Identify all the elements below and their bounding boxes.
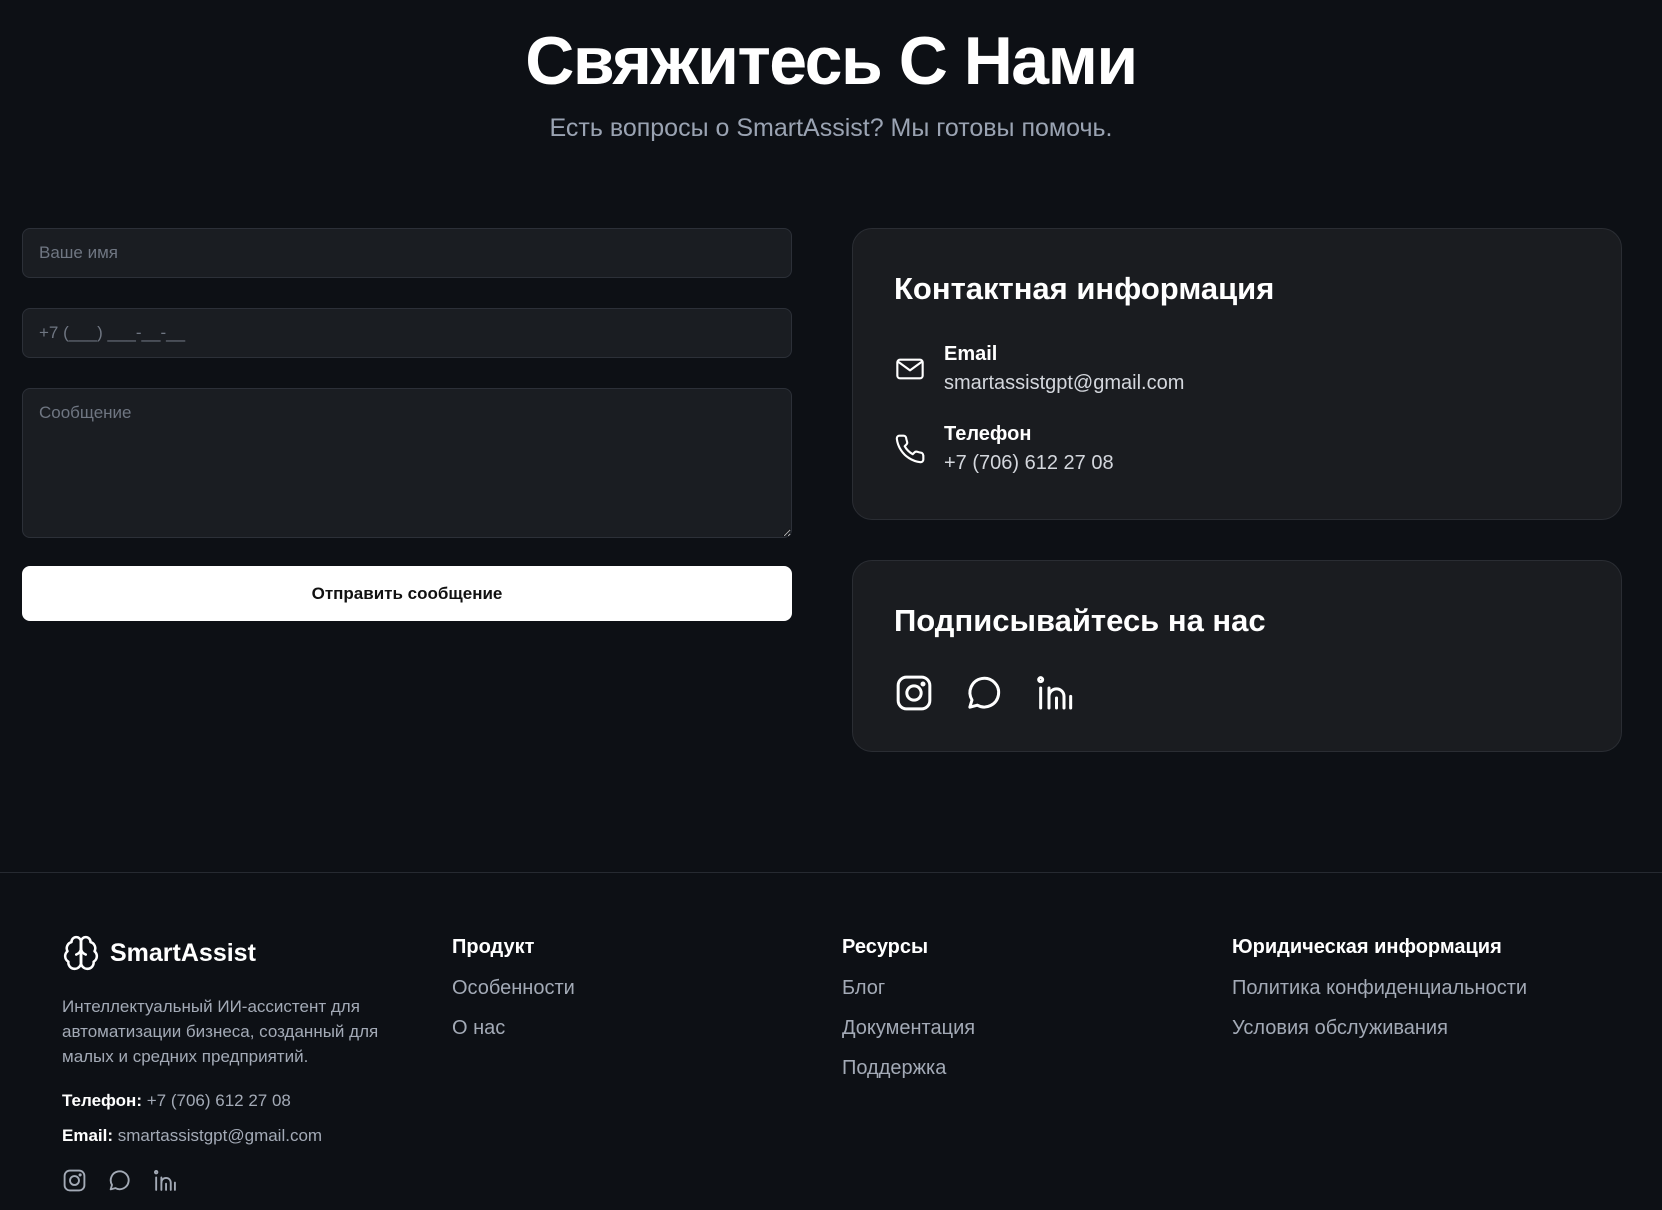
- page-title: Свяжитесь С Нами: [525, 23, 1138, 99]
- footer-column-resources: Ресурсы Блог Документация Поддержка: [842, 936, 975, 1096]
- contact-info-card: Контактная информация Email smartassistg…: [852, 228, 1622, 520]
- social-card: Подписывайтесь на нас: [852, 560, 1622, 752]
- footer-link-about[interactable]: О нас: [452, 1016, 575, 1040]
- footer-social-links: [62, 1168, 177, 1193]
- footer-email-value[interactable]: smartassistgpt@gmail.com: [118, 1126, 322, 1145]
- linkedin-icon[interactable]: [152, 1168, 177, 1193]
- email-label: Email: [944, 343, 998, 365]
- footer-link-features[interactable]: Особенности: [452, 976, 575, 1000]
- phone-label: Телефон: [944, 423, 1032, 445]
- mail-icon: [896, 358, 924, 380]
- footer-phone-label: Телефон:: [62, 1091, 142, 1110]
- contact-email-row: Email smartassistgpt@gmail.com: [894, 341, 1184, 399]
- social-links: [894, 673, 1074, 713]
- footer-link-docs[interactable]: Документация: [842, 1016, 975, 1040]
- footer-column-title: Ресурсы: [842, 936, 929, 958]
- email-value[interactable]: smartassistgpt@gmail.com: [944, 368, 1184, 399]
- footer-column-title: Продукт: [452, 936, 535, 958]
- footer-column-legal: Юридическая информация Политика конфиден…: [1232, 936, 1527, 1056]
- brand-name: SmartAssist: [110, 938, 256, 967]
- contact-form: Отправить сообщение: [22, 228, 792, 621]
- footer-email: Email: smartassistgpt@gmail.com: [62, 1126, 322, 1146]
- contact-page: Свяжитесь С Нами Есть вопросы о SmartAss…: [0, 0, 1662, 1210]
- whatsapp-icon[interactable]: [964, 673, 1004, 713]
- footer-link-blog[interactable]: Блог: [842, 976, 975, 1000]
- linkedin-icon[interactable]: [1034, 673, 1074, 713]
- whatsapp-icon[interactable]: [107, 1168, 132, 1193]
- instagram-icon[interactable]: [62, 1168, 87, 1193]
- phone-icon: [895, 434, 925, 464]
- footer-email-label: Email:: [62, 1126, 114, 1145]
- footer-link-terms[interactable]: Условия обслуживания: [1232, 1016, 1527, 1040]
- footer-phone-value[interactable]: +7 (706) 612 27 08: [147, 1091, 291, 1110]
- message-textarea[interactable]: [22, 388, 792, 538]
- footer-brand[interactable]: SmartAssist: [62, 934, 256, 972]
- social-title: Подписывайтесь на нас: [894, 603, 1266, 638]
- footer-link-privacy[interactable]: Политика конфиденциальности: [1232, 976, 1527, 1000]
- brand-description: Интеллектуальный ИИ-ассистент для автома…: [62, 997, 379, 1066]
- phone-input[interactable]: [22, 308, 792, 358]
- contact-phone-row: Телефон +7 (706) 612 27 08: [894, 421, 1114, 479]
- footer-phone: Телефон: +7 (706) 612 27 08: [62, 1091, 291, 1111]
- send-message-button[interactable]: Отправить сообщение: [22, 566, 792, 621]
- instagram-icon[interactable]: [894, 673, 934, 713]
- footer-column-title: Юридическая информация: [1232, 936, 1502, 958]
- footer-link-support[interactable]: Поддержка: [842, 1056, 975, 1080]
- page-subtitle: Есть вопросы о SmartAssist? Мы готовы по…: [549, 114, 1113, 142]
- footer-divider: [0, 872, 1662, 873]
- phone-value[interactable]: +7 (706) 612 27 08: [944, 448, 1114, 479]
- footer-column-product: Продукт Особенности О нас: [452, 936, 575, 1056]
- contact-info-title: Контактная информация: [894, 271, 1275, 306]
- name-input[interactable]: [22, 228, 792, 278]
- brain-icon: [63, 935, 99, 971]
